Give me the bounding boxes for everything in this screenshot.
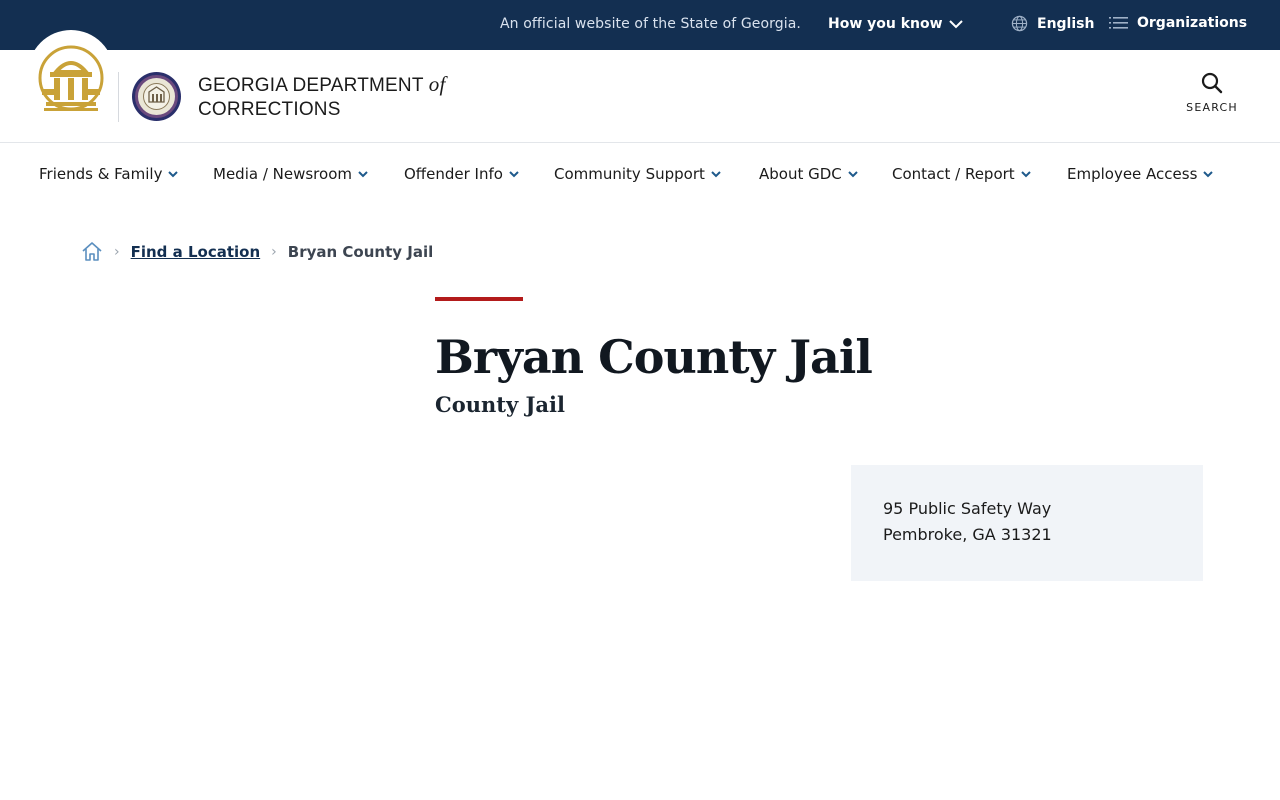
agency-name-line1: GEORGIA DEPARTMENT of <box>198 72 446 98</box>
official-banner: An official website of the State of Geor… <box>0 0 1280 50</box>
breadcrumb-current: Bryan County Jail <box>287 242 434 261</box>
page-title: Bryan County Jail <box>435 330 873 384</box>
nav-item-contact-report[interactable]: Contact / Report <box>892 165 1032 183</box>
address-line2: Pembroke, GA 31321 <box>883 525 1052 544</box>
nav-item-friends-family[interactable]: Friends & Family <box>39 165 179 183</box>
breadcrumb-link-find-location[interactable]: Find a Location <box>131 243 261 261</box>
nav-item-label: Community Support <box>554 165 705 183</box>
breadcrumb-separator-icon: › <box>114 243 120 260</box>
chevron-down-icon <box>168 171 179 178</box>
agency-name-of: of <box>428 72 446 96</box>
organizations-label: Organizations <box>1137 15 1248 31</box>
nav-item-label: About GDC <box>759 165 842 183</box>
nav-item-employee-access[interactable]: Employee Access <box>1067 165 1214 183</box>
primary-nav: Friends & Family Media / Newsroom Offend… <box>0 143 1280 205</box>
address-card: 95 Public Safety Way Pembroke, GA 31321 <box>851 465 1203 581</box>
logo-divider <box>118 72 119 122</box>
agency-name-line2: CORRECTIONS <box>198 99 341 120</box>
chevron-down-icon <box>1203 171 1214 178</box>
nav-item-label: Offender Info <box>404 165 503 183</box>
official-site-text: An official website of the State of Geor… <box>500 16 801 32</box>
nav-item-label: Contact / Report <box>892 165 1015 183</box>
chevron-down-icon <box>948 20 963 29</box>
nav-item-label: Media / Newsroom <box>213 165 352 183</box>
agency-name-prefix: GEORGIA DEPARTMENT <box>198 75 424 96</box>
address-line1: 95 Public Safety Way <box>883 499 1052 518</box>
nav-item-label: Employee Access <box>1067 165 1198 183</box>
language-selector[interactable]: English <box>1011 15 1094 32</box>
nav-item-community-support[interactable]: Community Support <box>554 165 722 183</box>
breadcrumb: › Find a Location › Bryan County Jail <box>81 241 433 262</box>
nav-item-media-newsroom[interactable]: Media / Newsroom <box>213 165 369 183</box>
list-icon <box>1109 17 1128 29</box>
site-header: GEORGIA DEPARTMENT of CORRECTIONS SEARCH <box>0 30 1280 143</box>
chevron-down-icon <box>358 171 368 178</box>
page-subtitle: County Jail <box>435 392 565 417</box>
georgia-arch-seal-icon[interactable] <box>36 42 106 114</box>
title-accent-bar <box>435 297 523 301</box>
breadcrumb-separator-icon: › <box>271 243 277 260</box>
search-icon <box>1201 72 1223 94</box>
nav-item-label: Friends & Family <box>39 165 163 183</box>
globe-icon <box>1011 15 1028 32</box>
nav-item-offender-info[interactable]: Offender Info <box>404 165 520 183</box>
chevron-down-icon <box>848 171 858 178</box>
chevron-down-icon <box>1020 171 1031 178</box>
how-you-know-toggle[interactable]: How you know <box>828 16 963 32</box>
how-you-know-label: How you know <box>828 16 943 32</box>
home-icon[interactable] <box>81 241 103 262</box>
search-button[interactable]: SEARCH <box>1180 72 1244 114</box>
chevron-down-icon <box>509 171 519 178</box>
chevron-down-icon <box>711 171 721 178</box>
organizations-menu[interactable]: Organizations <box>1109 15 1247 31</box>
search-label: SEARCH <box>1186 101 1238 114</box>
language-label: English <box>1037 15 1095 32</box>
nav-item-about-gdc[interactable]: About GDC <box>759 165 859 183</box>
agency-name[interactable]: GEORGIA DEPARTMENT of CORRECTIONS <box>198 72 446 122</box>
corrections-seal-icon[interactable] <box>131 71 182 122</box>
